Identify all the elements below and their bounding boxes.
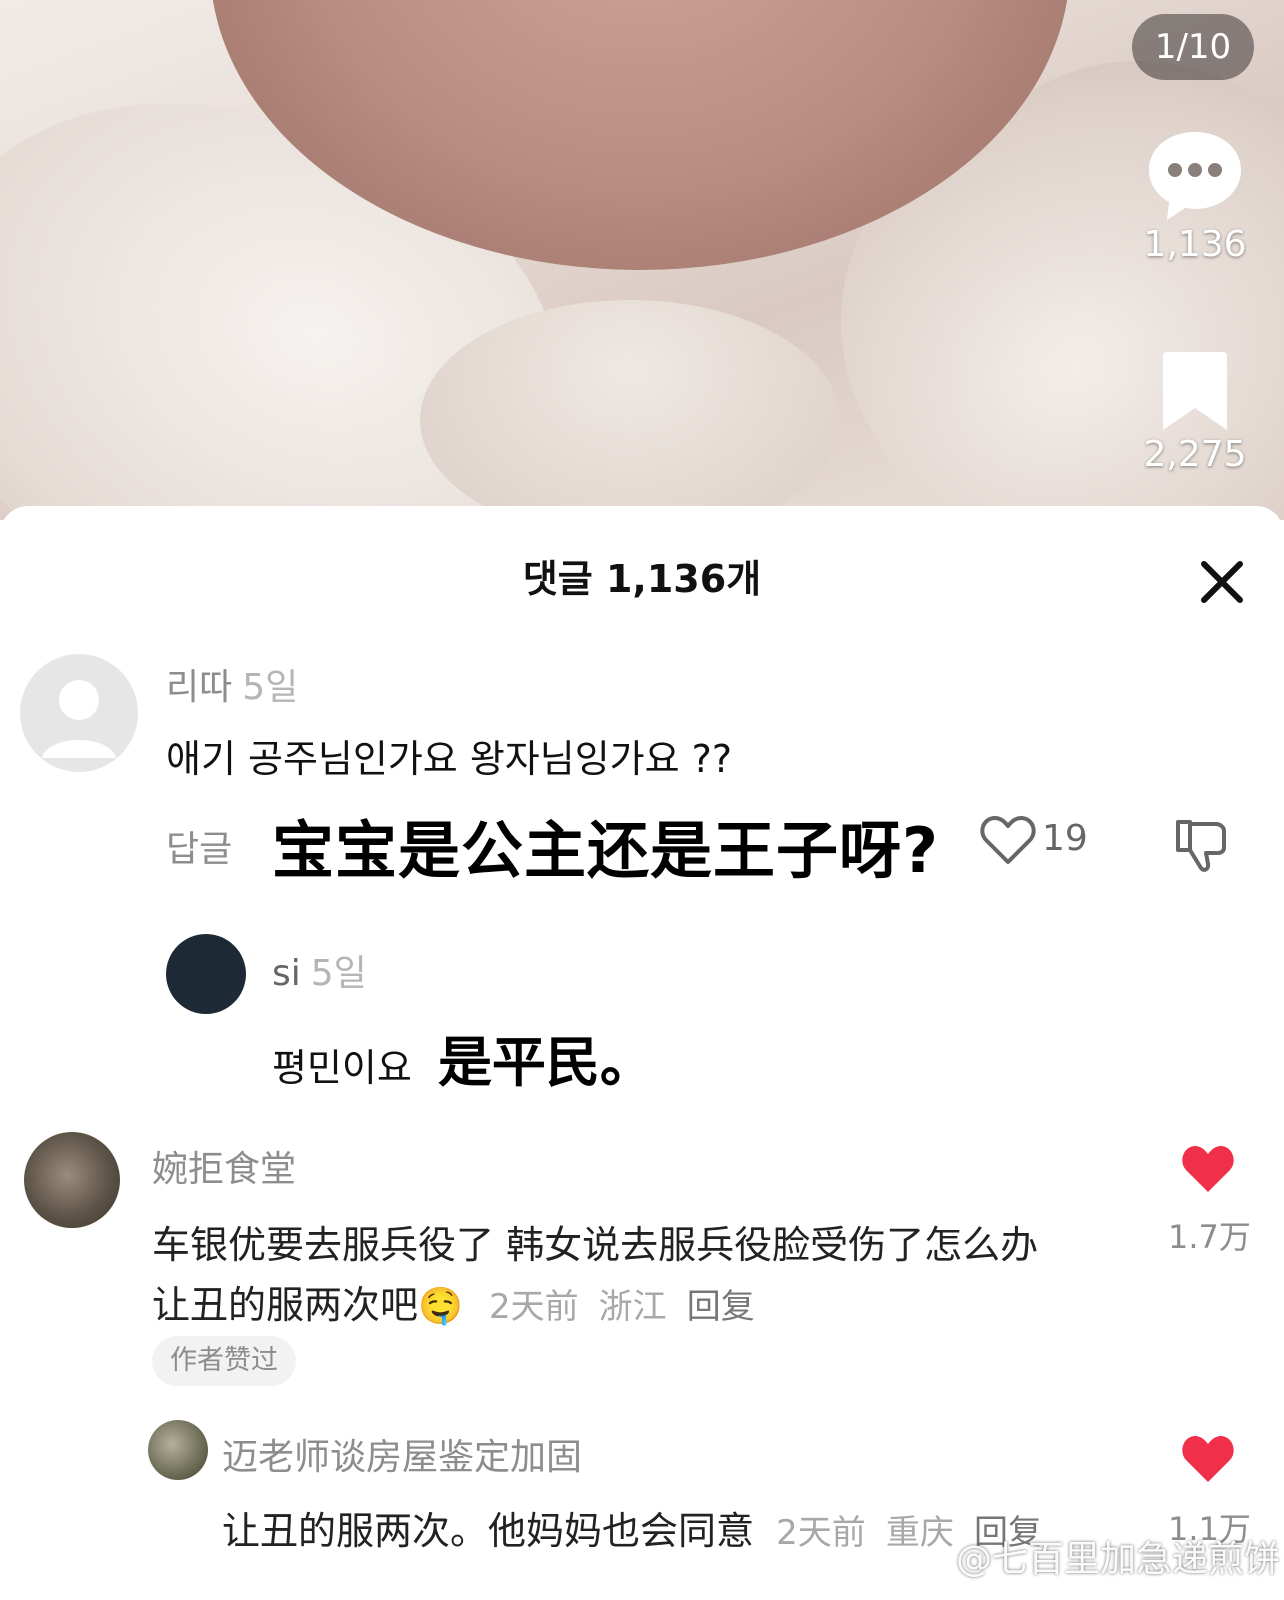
comment-time: 2天前: [488, 1287, 579, 1327]
close-icon[interactable]: [1198, 558, 1246, 606]
heart-outline-icon[interactable]: [980, 814, 1036, 866]
comment-count: 1,136: [1143, 224, 1247, 265]
reply-button[interactable]: 回复: [687, 1287, 755, 1327]
heart-filled-icon[interactable]: [1180, 1144, 1236, 1194]
username-text: 리따: [166, 667, 233, 708]
comment-action[interactable]: 1,136: [1120, 128, 1270, 265]
username-text: si: [272, 953, 301, 994]
comment-location: 浙江: [598, 1287, 667, 1327]
translation-overlay: 是平民。: [437, 1031, 654, 1094]
dislike-icon[interactable]: [1172, 816, 1230, 874]
sheet-title: 댓글 1,136개: [522, 557, 762, 601]
bookmark-action[interactable]: 2,275: [1120, 350, 1270, 475]
comment-time: 5일: [242, 667, 299, 708]
comment-text-line: 让丑的服两次。他妈妈也会同意 2天前 重庆 回复: [222, 1500, 1042, 1555]
comment-time: 2天前: [776, 1513, 866, 1553]
post-photo[interactable]: [0, 0, 1284, 520]
comment-text: 让丑的服两次。他妈妈也会同意: [222, 1509, 755, 1553]
like-count: 1.7万: [1168, 1218, 1251, 1256]
reply-text: 평민이요: [272, 1046, 412, 1090]
photo-cloth-fold: [420, 300, 840, 520]
author-liked-badge: 作者赞过: [152, 1336, 296, 1386]
comment-text-line2: 让丑的服两次吧🤤 2天前 浙江 回复: [152, 1274, 755, 1329]
avatar[interactable]: [20, 654, 138, 772]
like-count: 19: [1042, 818, 1088, 859]
translation-overlay: 宝宝是公主还是王子呀?: [272, 814, 939, 887]
weibo-watermark: @七百里加急递煎饼: [956, 1539, 1281, 1580]
comment-text: 애기 공주님인가요 왕자님잉가요 ??: [166, 737, 733, 781]
heart-filled-icon[interactable]: [1180, 1434, 1236, 1484]
comment-username[interactable]: si 5일: [272, 944, 367, 996]
bookmark-count: 2,275: [1143, 434, 1247, 475]
drooling-emoji-icon: 🤤: [418, 1286, 463, 1327]
comment-username[interactable]: 리따 5일: [166, 658, 298, 710]
comment-text: 평민이요 是平民。: [272, 1018, 654, 1097]
avatar[interactable]: [148, 1420, 208, 1480]
comment-text: 车银优要去服兵役了 韩女说去服兵役脸受伤了怎么办: [152, 1223, 1039, 1267]
image-counter: 1/10: [1132, 14, 1254, 80]
comment-text-part: 让丑的服两次吧: [152, 1283, 419, 1327]
avatar[interactable]: [24, 1132, 120, 1228]
comment-time: 5일: [310, 953, 367, 994]
comment-username[interactable]: 迈老师谈房屋鉴定加固: [222, 1428, 582, 1480]
default-avatar-icon: [42, 680, 116, 758]
comment-username[interactable]: 婉拒食堂: [152, 1140, 296, 1192]
comment-location: 重庆: [885, 1513, 954, 1553]
avatar[interactable]: [166, 934, 246, 1014]
reply-button[interactable]: 답글: [166, 820, 232, 872]
bookmark-icon: [1163, 352, 1227, 430]
comment-bubble-icon: [1149, 132, 1241, 220]
